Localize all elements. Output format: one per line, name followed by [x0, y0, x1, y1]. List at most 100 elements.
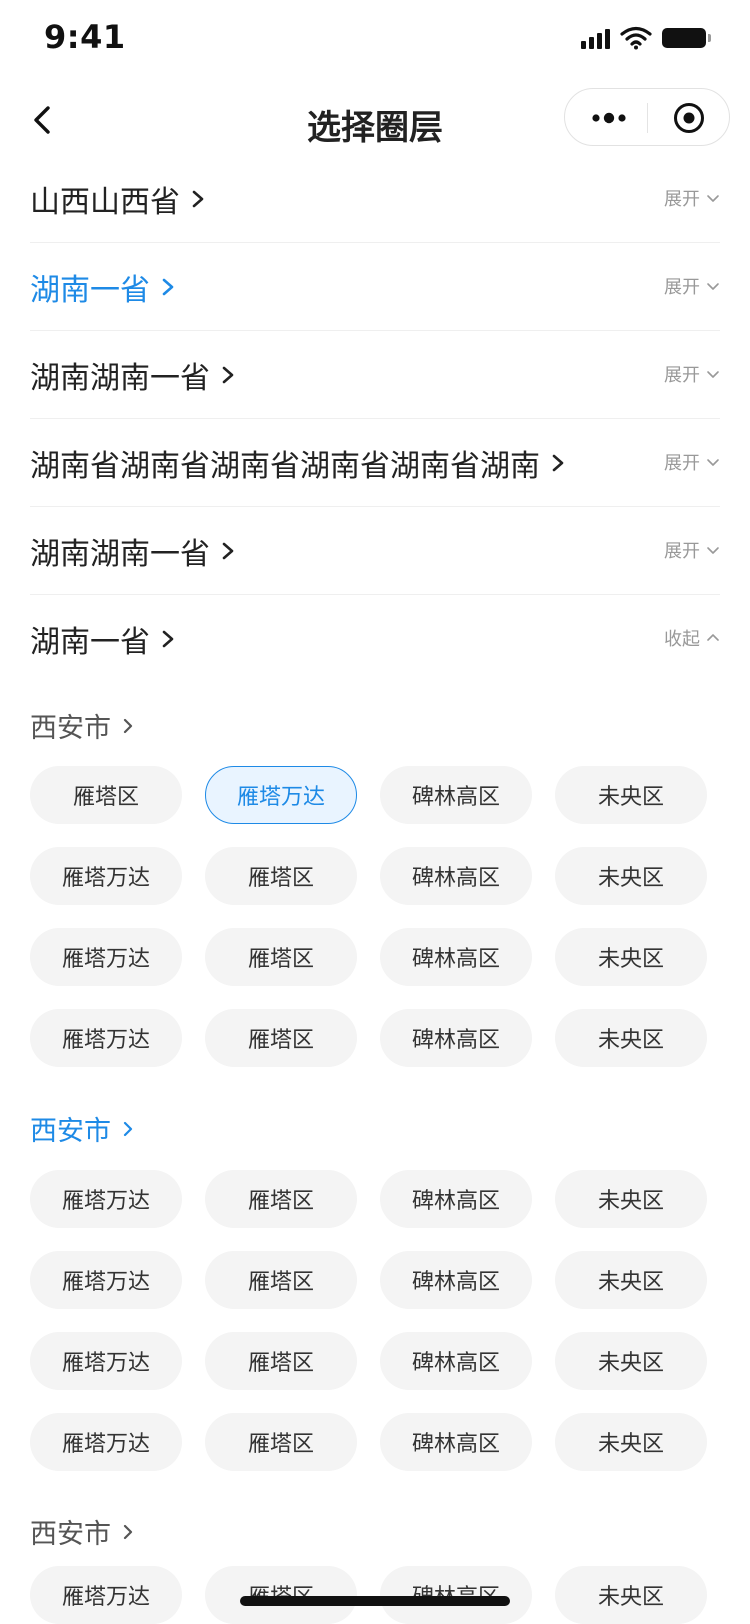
- toggle-label: 展开: [664, 453, 700, 474]
- district-chip[interactable]: 未央区: [555, 928, 707, 986]
- status-icons: [581, 26, 711, 50]
- district-grid: 雁塔万达 雁塔区 碑林高区 未央区 雁塔万达 雁塔区 碑林高区 未央区 雁塔万达 雁塔区 碑林高区未…: [30, 1170, 720, 1471]
- district-chip[interactable]: 未央区: [555, 1251, 707, 1309]
- toggle-label: 展开: [664, 277, 700, 298]
- close-mini-program-button[interactable]: [649, 89, 729, 147]
- chevron-right-icon: [162, 630, 174, 648]
- chevron-down-icon: [707, 195, 719, 202]
- cellular-signal-icon: [581, 27, 610, 49]
- province-name: 湖南一省: [30, 265, 176, 309]
- chevron-down-icon: [707, 547, 719, 554]
- district-chip[interactable]: 雁塔区: [205, 1251, 357, 1309]
- province-name: 山西山西省: [30, 177, 206, 221]
- district-chip[interactable]: 未央区: [555, 1566, 707, 1624]
- province-row[interactable]: 湖南湖南一省 展开: [30, 507, 720, 595]
- chevron-right-icon: [123, 1524, 133, 1539]
- district-chip[interactable]: 碑林高区: [380, 766, 532, 824]
- nav-bar: 选择圈层: [0, 80, 750, 164]
- district-chip[interactable]: 雁塔区: [205, 1332, 357, 1390]
- district-chip[interactable]: 雁塔区: [205, 1413, 357, 1471]
- capsule-divider: [647, 103, 648, 133]
- district-chip[interactable]: 碑林高区: [380, 1009, 532, 1067]
- district-chip[interactable]: 雁塔万达: [30, 1413, 182, 1471]
- province-name: 湖南一省: [30, 617, 176, 661]
- chevron-right-icon: [222, 542, 234, 560]
- target-close-icon: [674, 103, 704, 133]
- province-row[interactable]: 湖南省湖南省湖南省湖南省湖南省湖南 展开: [30, 419, 720, 507]
- chevron-down-icon: [707, 459, 719, 466]
- city-label: 西安市: [30, 1519, 111, 1550]
- district-chip[interactable]: 碑林高区: [380, 928, 532, 986]
- district-chip[interactable]: 未央区: [555, 1332, 707, 1390]
- status-time: 9:41: [44, 18, 126, 56]
- province-name: 湖南湖南一省: [30, 529, 236, 573]
- district-chip[interactable]: 雁塔万达: [30, 1170, 182, 1228]
- province-row[interactable]: 湖南湖南一省 展开: [30, 331, 720, 419]
- chevron-down-icon: [707, 371, 719, 378]
- district-chip[interactable]: 未央区: [555, 1170, 707, 1228]
- district-chip[interactable]: 碑林高区: [380, 1413, 532, 1471]
- district-chip[interactable]: 雁塔区: [205, 847, 357, 905]
- district-chip[interactable]: 雁塔万达: [30, 928, 182, 986]
- province-label: 湖南湖南一省: [30, 537, 210, 572]
- province-name: 湖南省湖南省湖南省湖南省湖南省湖南: [30, 441, 566, 485]
- wifi-icon: [620, 26, 652, 50]
- chevron-right-icon: [123, 1121, 133, 1136]
- city-header[interactable]: 西安市: [30, 1512, 135, 1551]
- province-label: 湖南省湖南省湖南省湖南省湖南省湖南: [30, 449, 540, 484]
- toggle-label: 展开: [664, 189, 700, 210]
- district-chip[interactable]: 雁塔万达: [205, 766, 357, 824]
- district-chip[interactable]: 碑林高区: [380, 1332, 532, 1390]
- chevron-right-icon: [162, 278, 174, 296]
- province-row[interactable]: 湖南一省 展开: [30, 243, 720, 331]
- district-chip[interactable]: 未央区: [555, 1009, 707, 1067]
- chevron-right-icon: [123, 718, 133, 733]
- district-chip[interactable]: 雁塔万达: [30, 1566, 182, 1624]
- chevron-up-icon: [707, 634, 719, 641]
- district-chip[interactable]: 雁塔区: [205, 1009, 357, 1067]
- district-chip[interactable]: 雁塔万达: [30, 1251, 182, 1309]
- city-label: 西安市: [30, 713, 111, 744]
- province-row[interactable]: 山西山西省 展开: [30, 155, 720, 243]
- province-label: 湖南湖南一省: [30, 361, 210, 396]
- chevron-right-icon: [552, 454, 564, 472]
- province-name: 湖南湖南一省: [30, 353, 236, 397]
- toggle-label: 收起: [664, 629, 700, 650]
- district-chip[interactable]: 雁塔区: [205, 928, 357, 986]
- district-chip[interactable]: 雁塔区: [205, 1170, 357, 1228]
- province-label: 山西山西省: [30, 185, 180, 220]
- chevron-right-icon: [222, 366, 234, 384]
- district-chip[interactable]: 未央区: [555, 1413, 707, 1471]
- expand-toggle[interactable]: 展开: [664, 185, 720, 211]
- status-bar: 9:41: [0, 0, 750, 80]
- expand-toggle[interactable]: 展开: [664, 361, 720, 387]
- city-header[interactable]: 西安市: [30, 1109, 135, 1148]
- district-chip[interactable]: 雁塔区: [205, 1566, 357, 1624]
- expand-toggle[interactable]: 展开: [664, 537, 720, 563]
- toggle-label: 展开: [664, 541, 700, 562]
- expand-toggle[interactable]: 展开: [664, 273, 720, 299]
- district-chip[interactable]: 雁塔万达: [30, 1332, 182, 1390]
- province-row[interactable]: 湖南一省 收起: [30, 595, 720, 683]
- district-chip[interactable]: 碑林高区: [380, 1566, 532, 1624]
- more-dots-icon: [592, 112, 626, 124]
- collapse-toggle[interactable]: 收起: [664, 625, 720, 651]
- expand-toggle[interactable]: 展开: [664, 449, 720, 475]
- more-button[interactable]: [565, 89, 647, 147]
- district-chip[interactable]: 雁塔区: [30, 766, 182, 824]
- chevron-down-icon: [707, 283, 719, 290]
- province-label: 湖南一省: [30, 625, 150, 660]
- district-chip[interactable]: 雁塔万达: [30, 1009, 182, 1067]
- home-indicator: [240, 1596, 510, 1606]
- district-chip[interactable]: 雁塔万达: [30, 847, 182, 905]
- district-chip[interactable]: 未央区: [555, 766, 707, 824]
- district-chip[interactable]: 碑林高区: [380, 1251, 532, 1309]
- district-grid: 雁塔万达雁塔区碑林高区未央区: [30, 1566, 720, 1624]
- city-label: 西安市: [30, 1116, 111, 1147]
- city-header[interactable]: 西安市: [30, 706, 135, 745]
- district-chip[interactable]: 未央区: [555, 847, 707, 905]
- province-label: 湖南一省: [30, 273, 150, 308]
- district-chip[interactable]: 碑林高区: [380, 1170, 532, 1228]
- district-chip[interactable]: 碑林高区: [380, 847, 532, 905]
- mini-program-capsule: [564, 88, 730, 146]
